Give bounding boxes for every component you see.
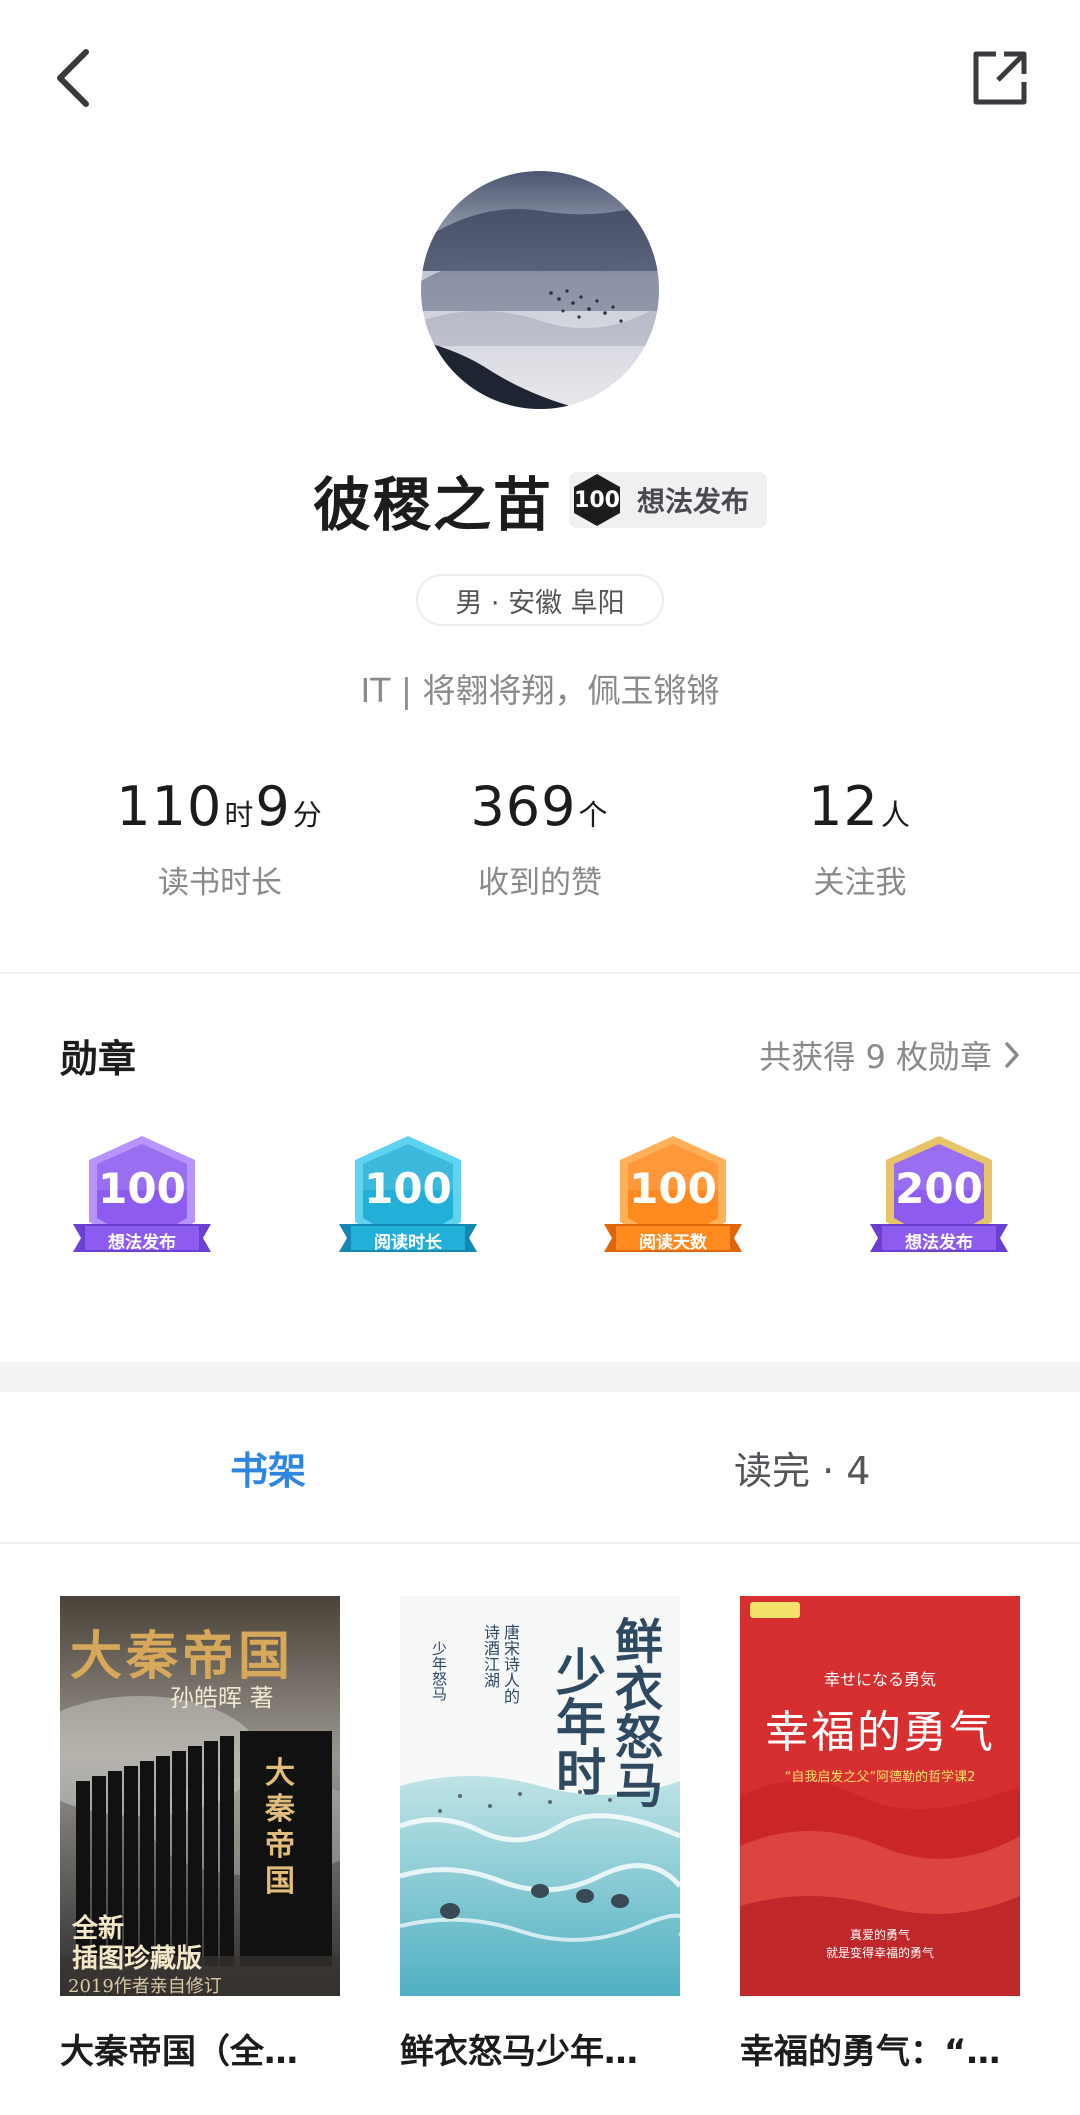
stats-row: 110 时 9 分 读书时长 369 个 收到的赞 12 人 关注我 <box>0 775 1080 905</box>
cover-kicker: 幸せになる勇気 <box>823 1670 936 1689</box>
medal-badge[interactable]: 100 阅读时长 <box>333 1130 483 1280</box>
cover-author: 孙皓晖 著 <box>170 1684 274 1712</box>
medal-number: 100 <box>364 1164 452 1213</box>
medal-label: 阅读天数 <box>639 1233 707 1253</box>
bookshelf-tabs: 书架 读完 · 4 <box>0 1392 1080 1544</box>
stat-reading-time[interactable]: 110 时 9 分 读书时长 <box>60 775 380 902</box>
cover-note: 2019作者亲自修订 <box>68 1976 222 1996</box>
cover-footnote: 真爱的勇气 就是变得幸福的勇气 <box>825 1928 934 1960</box>
medal-number: 200 <box>895 1164 983 1213</box>
divider <box>0 972 1080 974</box>
tab-bookshelf[interactable]: 书架 <box>230 1440 306 1495</box>
cover-box-title: 大秦帝国 <box>265 1756 295 1899</box>
stat-value: 369 个 <box>470 775 608 838</box>
book-grid: 大秦帝国 孙皓晖 著 大秦帝国 全新 插图珍藏版 2019作者亲自修订 大秦帝国… <box>0 1596 1080 2086</box>
share-button[interactable] <box>960 38 1040 118</box>
stat-followers[interactable]: 12 人 关注我 <box>700 775 1020 902</box>
cover-subtitle: 全新 插图珍藏版 <box>72 1914 203 1974</box>
user-name: 彼稷之苗 <box>312 471 553 539</box>
book-cover[interactable]: 幸せになる勇気 幸福的勇气 “自我启发之父”阿德勒的哲学课2 真爱的勇气 就是变… <box>740 1596 1020 1996</box>
stat-value: 110 时 9 分 <box>116 775 322 838</box>
hexagon-icon: 100 <box>569 472 625 528</box>
top-bar <box>0 0 1080 160</box>
chevron-right-icon <box>1005 1042 1019 1068</box>
medal-label: 阅读时长 <box>374 1233 442 1253</box>
book-card[interactable]: 大秦帝国 孙皓晖 著 大秦帝国 全新 插图珍藏版 2019作者亲自修订 大秦帝国… <box>60 1596 340 2073</box>
medals-summary-link[interactable]: 共获得 9 枚勋章 <box>759 1032 1020 1078</box>
book-cover[interactable]: 唐宋诗人的 诗酒江湖 少年怒马 鲜衣怒马 少年时 <box>400 1596 680 1996</box>
cover-tagline: 唐宋诗人的 <box>501 1624 520 1704</box>
book-title: 鲜衣怒马少年… <box>400 2032 638 2072</box>
user-signature: IT | 将翱将翔，佩玉锵锵 <box>360 671 720 710</box>
medal-badge[interactable]: 100 想法发布 <box>67 1130 217 1280</box>
medal-number: 100 <box>629 1164 717 1213</box>
external-share-icon <box>973 51 1027 105</box>
medal-label: 想法发布 <box>905 1233 973 1253</box>
section-divider <box>0 1362 1080 1392</box>
medal-badge[interactable]: 200 想法发布 <box>864 1130 1014 1280</box>
back-button[interactable] <box>40 38 104 118</box>
book-card[interactable]: 幸せになる勇気 幸福的勇气 “自我启发之父”阿德勒的哲学课2 真爱的勇气 就是变… <box>740 1596 1020 2073</box>
medals-header: 勋章 共获得 9 枚勋章 <box>0 1020 1080 1084</box>
cover-tagline: 诗酒江湖 <box>481 1624 500 1688</box>
stat-value: 12 人 <box>808 775 910 838</box>
medals-row: 100 想法发布 100 阅读时长 100 阅读天数 200 想法发布 <box>0 1130 1080 1290</box>
book-cover[interactable]: 大秦帝国 孙皓晖 著 大秦帝国 全新 插图珍藏版 2019作者亲自修订 <box>60 1596 340 1996</box>
avatar[interactable] <box>421 171 659 409</box>
cover-title: 幸福的勇气 <box>765 1707 995 1758</box>
name-row: 彼稷之苗 100 想法发布 <box>0 462 1080 539</box>
tab-finished[interactable]: 读完 · 4 <box>734 1440 870 1495</box>
featured-badge[interactable]: 100 想法发布 <box>569 472 768 528</box>
medal-label: 想法发布 <box>108 1233 176 1253</box>
medals-summary: 共获得 9 枚勋章 <box>759 1038 992 1076</box>
badge-label: 想法发布 <box>637 485 750 518</box>
stat-likes[interactable]: 369 个 收到的赞 <box>380 775 700 902</box>
stat-label: 收到的赞 <box>478 865 602 901</box>
cover-title: 少年时 <box>548 1646 607 1796</box>
medal-number: 100 <box>98 1164 186 1213</box>
gender-location-pill: 男 · 安徽 阜阳 <box>416 574 664 626</box>
medal-badge[interactable]: 100 阅读天数 <box>598 1130 748 1280</box>
medals-title: 勋章 <box>60 1037 137 1081</box>
badge-number: 100 <box>574 487 620 513</box>
cover-subtitle: “自我启发之父”阿德勒的哲学课2 <box>784 1770 976 1785</box>
book-card[interactable]: 唐宋诗人的 诗酒江湖 少年怒马 鲜衣怒马 少年时 鲜衣怒马少年… <box>400 1596 680 2073</box>
chevron-left-icon <box>57 49 89 107</box>
cover-tagline: 少年怒马 <box>430 1641 448 1701</box>
stat-label: 关注我 <box>813 865 907 901</box>
book-title: 大秦帝国（全… <box>60 2032 298 2072</box>
stat-label: 读书时长 <box>158 865 282 901</box>
book-title: 幸福的勇气：“… <box>740 2032 1001 2072</box>
cover-title: 鲜衣怒马 <box>606 1616 662 1808</box>
